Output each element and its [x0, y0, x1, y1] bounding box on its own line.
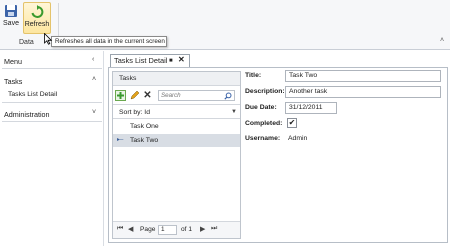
description-label: Description: — [245, 88, 285, 95]
first-page-icon[interactable]: ⏮ — [117, 225, 123, 233]
completed-checkbox[interactable]: ✔ — [287, 118, 297, 128]
tab-pin-icon: ■ — [169, 58, 173, 64]
refresh-label: Refresh — [24, 21, 50, 28]
username-label: Username: — [245, 135, 281, 142]
due-date-field[interactable]: 31/12/2011 — [285, 102, 337, 114]
pager: ⏮ ◀ Page 1 of 1 ▶ ⏭ — [113, 221, 240, 238]
title-field[interactable]: Task Two — [285, 70, 441, 82]
nav-divider — [2, 102, 102, 103]
save-button[interactable]: Save — [1, 2, 21, 36]
page-number-input[interactable]: 1 — [158, 225, 177, 235]
search-input[interactable] — [161, 91, 223, 100]
title-label: Title: — [245, 72, 262, 79]
list-item-selected[interactable]: ▸– Task Two — [113, 134, 240, 147]
navigation-pane: Menu ‹ Tasks ˄ Administration ˅ — [0, 51, 104, 246]
mouse-cursor-icon — [44, 33, 52, 45]
page-label: Page — [140, 226, 156, 233]
search-icon[interactable] — [224, 92, 232, 100]
nav-menu-chevron-icon[interactable]: ‹ — [92, 56, 94, 63]
due-date-label: Due Date: — [245, 104, 277, 111]
chevron-down-icon: ▼ — [231, 109, 237, 115]
sort-by-label: Sort by: Id — [119, 109, 150, 116]
nav-item-tasks-list-detail[interactable]: Tasks List Detail — [8, 91, 57, 98]
nav-divider — [2, 68, 102, 69]
sort-by-dropdown[interactable]: Sort by: Id ▼ — [113, 106, 240, 119]
save-icon — [5, 5, 17, 17]
search-box[interactable] — [158, 90, 235, 101]
list-item[interactable]: Task One — [113, 120, 240, 133]
tab-tasks-list-detail[interactable]: Tasks List Detail ■ ✕ — [110, 54, 190, 67]
selected-row-indicator-icon: ▸– — [117, 137, 124, 143]
save-label: Save — [3, 20, 19, 27]
nav-divider — [2, 121, 102, 122]
ribbon-group-label: Data — [19, 39, 34, 46]
nav-admin-header[interactable]: Administration — [4, 110, 50, 119]
tasks-list-panel: Tasks ✕ Sort by: Id ▼ Task One ▸– Task T… — [112, 71, 241, 239]
refresh-button[interactable]: Refresh — [23, 2, 51, 34]
refresh-tooltip: Refreshes all data in the current screen — [51, 36, 167, 47]
page-count-label: of 1 — [181, 226, 192, 233]
collapse-ribbon-button[interactable]: ˄ — [440, 37, 444, 44]
completed-label: Completed: — [245, 120, 283, 127]
previous-page-icon[interactable]: ◀ — [128, 225, 133, 233]
next-page-icon[interactable]: ▶ — [200, 225, 205, 233]
edit-icon[interactable] — [129, 90, 140, 101]
list-item-label: Task Two — [130, 137, 159, 144]
tab-label: Tasks List Detail — [114, 56, 168, 65]
nav-menu-header[interactable]: Menu — [4, 57, 22, 66]
list-item-label: Task One — [130, 123, 159, 130]
refresh-icon — [31, 5, 44, 18]
delete-icon[interactable]: ✕ — [142, 90, 153, 101]
list-toolbar: ✕ — [113, 87, 240, 105]
description-field[interactable]: Another task — [285, 86, 441, 98]
tab-close-icon[interactable]: ✕ — [178, 54, 185, 66]
last-page-icon[interactable]: ⏭ — [211, 225, 217, 233]
username-value: Admin — [288, 135, 308, 142]
add-icon[interactable] — [115, 90, 126, 101]
nav-tasks-chevron-icon[interactable]: ˄ — [92, 76, 96, 83]
nav-admin-chevron-icon[interactable]: ˅ — [92, 109, 96, 116]
nav-tasks-header[interactable]: Tasks — [4, 77, 22, 86]
tasks-panel-title: Tasks — [113, 72, 240, 86]
